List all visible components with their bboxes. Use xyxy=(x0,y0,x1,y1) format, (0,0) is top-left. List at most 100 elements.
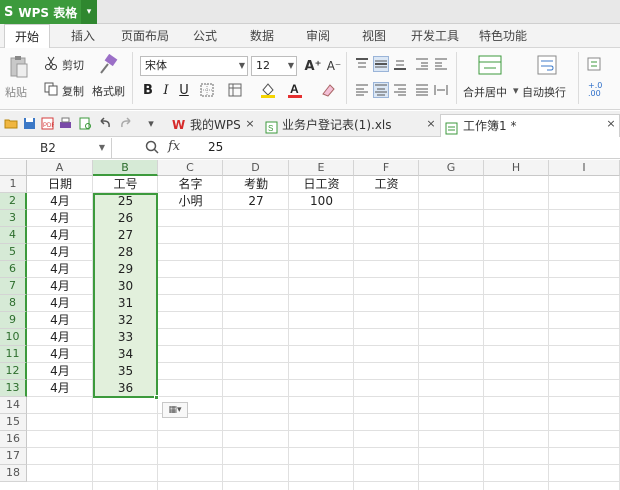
row-header-15[interactable]: 15 xyxy=(0,414,27,431)
cell-a7[interactable]: 4月 xyxy=(27,278,93,295)
row-header-17[interactable]: 17 xyxy=(0,448,27,465)
row-header-7[interactable]: 7 xyxy=(0,278,27,295)
column-header-i[interactable]: I xyxy=(549,160,620,176)
wrap-text-icon[interactable] xyxy=(536,54,558,76)
cell-a6[interactable]: 4月 xyxy=(27,261,93,278)
cell-e1[interactable]: 日工资 xyxy=(289,176,354,193)
underline-icon[interactable]: U xyxy=(176,82,192,98)
cell-a11[interactable]: 4月 xyxy=(27,346,93,363)
column-header-d[interactable]: D xyxy=(223,160,289,176)
align-right-icon[interactable] xyxy=(392,82,408,98)
grow-font-icon[interactable]: A⁺ xyxy=(304,57,322,75)
row-header-6[interactable]: 6 xyxy=(0,261,27,278)
copy-icon[interactable] xyxy=(44,82,58,96)
cut-button[interactable]: 剪切 xyxy=(62,57,84,73)
zoom-lookup-icon[interactable] xyxy=(145,140,159,157)
row-header-2[interactable]: 2 xyxy=(0,193,27,210)
cell-b4[interactable]: 27 xyxy=(93,227,158,244)
column-header-g[interactable]: G xyxy=(419,160,484,176)
copy-button[interactable]: 复制 xyxy=(62,83,84,99)
tab-data[interactable]: 数据 xyxy=(240,24,284,48)
cell-e2[interactable]: 100 xyxy=(289,193,354,210)
column-header-h[interactable]: H xyxy=(484,160,549,176)
tab-formulas[interactable]: 公式 xyxy=(183,24,227,48)
row-header-18[interactable]: 18 xyxy=(0,465,27,482)
fill-color-icon[interactable] xyxy=(258,81,278,99)
spreadsheet-grid[interactable]: A B C D E F G H I 1 2 3 4 5 6 7 8 9 10 11 12 13 14 15 16 17 18 日期工… xyxy=(0,160,620,490)
row-header-11[interactable]: 11 xyxy=(0,346,27,363)
chevron-down-icon[interactable]: ▼ xyxy=(99,138,105,158)
clear-format-icon[interactable] xyxy=(318,81,338,99)
cell-a5[interactable]: 4月 xyxy=(27,244,93,261)
customize-toolbar-icon[interactable]: ▾ xyxy=(144,116,158,130)
save-icon[interactable] xyxy=(22,116,36,130)
redo-icon[interactable] xyxy=(118,116,132,130)
row-header-16[interactable]: 16 xyxy=(0,431,27,448)
cell-d2[interactable]: 27 xyxy=(223,193,289,210)
cell-a1[interactable]: 日期 xyxy=(27,176,93,193)
font-size-select[interactable]: 12 ▼ xyxy=(251,56,297,76)
tab-view[interactable]: 视图 xyxy=(352,24,396,48)
distribute-icon[interactable] xyxy=(433,82,449,98)
close-icon[interactable]: × xyxy=(604,116,618,130)
merge-center-icon[interactable] xyxy=(478,54,502,76)
cell-a3[interactable]: 4月 xyxy=(27,210,93,227)
cell-b8[interactable]: 31 xyxy=(93,295,158,312)
print-preview-icon[interactable] xyxy=(78,116,92,130)
select-all-corner[interactable] xyxy=(0,160,27,176)
align-bottom-icon[interactable] xyxy=(392,56,408,72)
tab-review[interactable]: 审阅 xyxy=(296,24,340,48)
bold-icon[interactable]: B xyxy=(140,82,156,98)
column-header-c[interactable]: C xyxy=(158,160,223,176)
cell-a2[interactable]: 4月 xyxy=(27,193,93,210)
row-header-1[interactable]: 1 xyxy=(0,176,27,193)
row-header-14[interactable]: 14 xyxy=(0,397,27,414)
cell-a4[interactable]: 4月 xyxy=(27,227,93,244)
name-box[interactable]: B2 ▼ xyxy=(0,138,112,158)
row-header-3[interactable]: 3 xyxy=(0,210,27,227)
row-header-4[interactable]: 4 xyxy=(0,227,27,244)
undo-icon[interactable] xyxy=(98,116,112,130)
app-menu-dropdown-icon[interactable]: ▾ xyxy=(81,0,97,24)
align-middle-icon[interactable] xyxy=(373,56,389,72)
cell-style-icon[interactable] xyxy=(226,82,244,98)
increase-decimal-icon[interactable]: +.0.00 xyxy=(588,82,602,98)
font-name-select[interactable]: 宋体 ▼ xyxy=(140,56,248,76)
tab-home[interactable]: 开始 xyxy=(4,24,50,49)
wps-app-button[interactable]: S WPS 表格 ▾ xyxy=(0,0,97,24)
doc-tab-business-register[interactable]: S 业务户登记表(1).xls xyxy=(262,114,432,136)
column-header-b[interactable]: B xyxy=(93,160,158,176)
tab-developer[interactable]: 开发工具 xyxy=(405,24,465,48)
paste-button[interactable]: 粘贴 xyxy=(5,84,27,100)
cell-a8[interactable]: 4月 xyxy=(27,295,93,312)
merge-center-button[interactable]: 合并居中 xyxy=(463,84,507,100)
column-header-e[interactable]: E xyxy=(289,160,354,176)
cell-a10[interactable]: 4月 xyxy=(27,329,93,346)
doc-tab-workbook1[interactable]: 工作簿1 * xyxy=(440,114,620,137)
auto-fill-options-icon[interactable]: ▦▾ xyxy=(162,402,188,418)
formula-input[interactable]: 25 xyxy=(208,140,223,154)
row-header-8[interactable]: 8 xyxy=(0,295,27,312)
align-left-icon[interactable] xyxy=(354,82,370,98)
cell-b12[interactable]: 35 xyxy=(93,363,158,380)
align-center-icon[interactable] xyxy=(373,82,389,98)
cell-a13[interactable]: 4月 xyxy=(27,380,93,397)
cell-a9[interactable]: 4月 xyxy=(27,312,93,329)
cell-b9[interactable]: 32 xyxy=(93,312,158,329)
row-header-5[interactable]: 5 xyxy=(0,244,27,261)
tab-page-layout[interactable]: 页面布局 xyxy=(115,24,175,48)
chevron-down-icon[interactable]: ▾ xyxy=(513,84,519,97)
font-color-icon[interactable]: A xyxy=(285,81,305,99)
border-icon[interactable] xyxy=(198,82,216,98)
column-header-a[interactable]: A xyxy=(27,160,93,176)
row-header-13[interactable]: 13 xyxy=(0,380,27,397)
cell-c2[interactable]: 小明 xyxy=(158,193,223,210)
row-header-10[interactable]: 10 xyxy=(0,329,27,346)
fx-icon[interactable]: fx xyxy=(168,139,180,154)
cell-b7[interactable]: 30 xyxy=(93,278,158,295)
shrink-font-icon[interactable]: A⁻ xyxy=(325,57,343,75)
open-folder-icon[interactable] xyxy=(4,116,18,130)
cell-b2[interactable]: 25 xyxy=(93,193,158,210)
print-icon[interactable] xyxy=(58,116,72,130)
row-header-12[interactable]: 12 xyxy=(0,363,27,380)
